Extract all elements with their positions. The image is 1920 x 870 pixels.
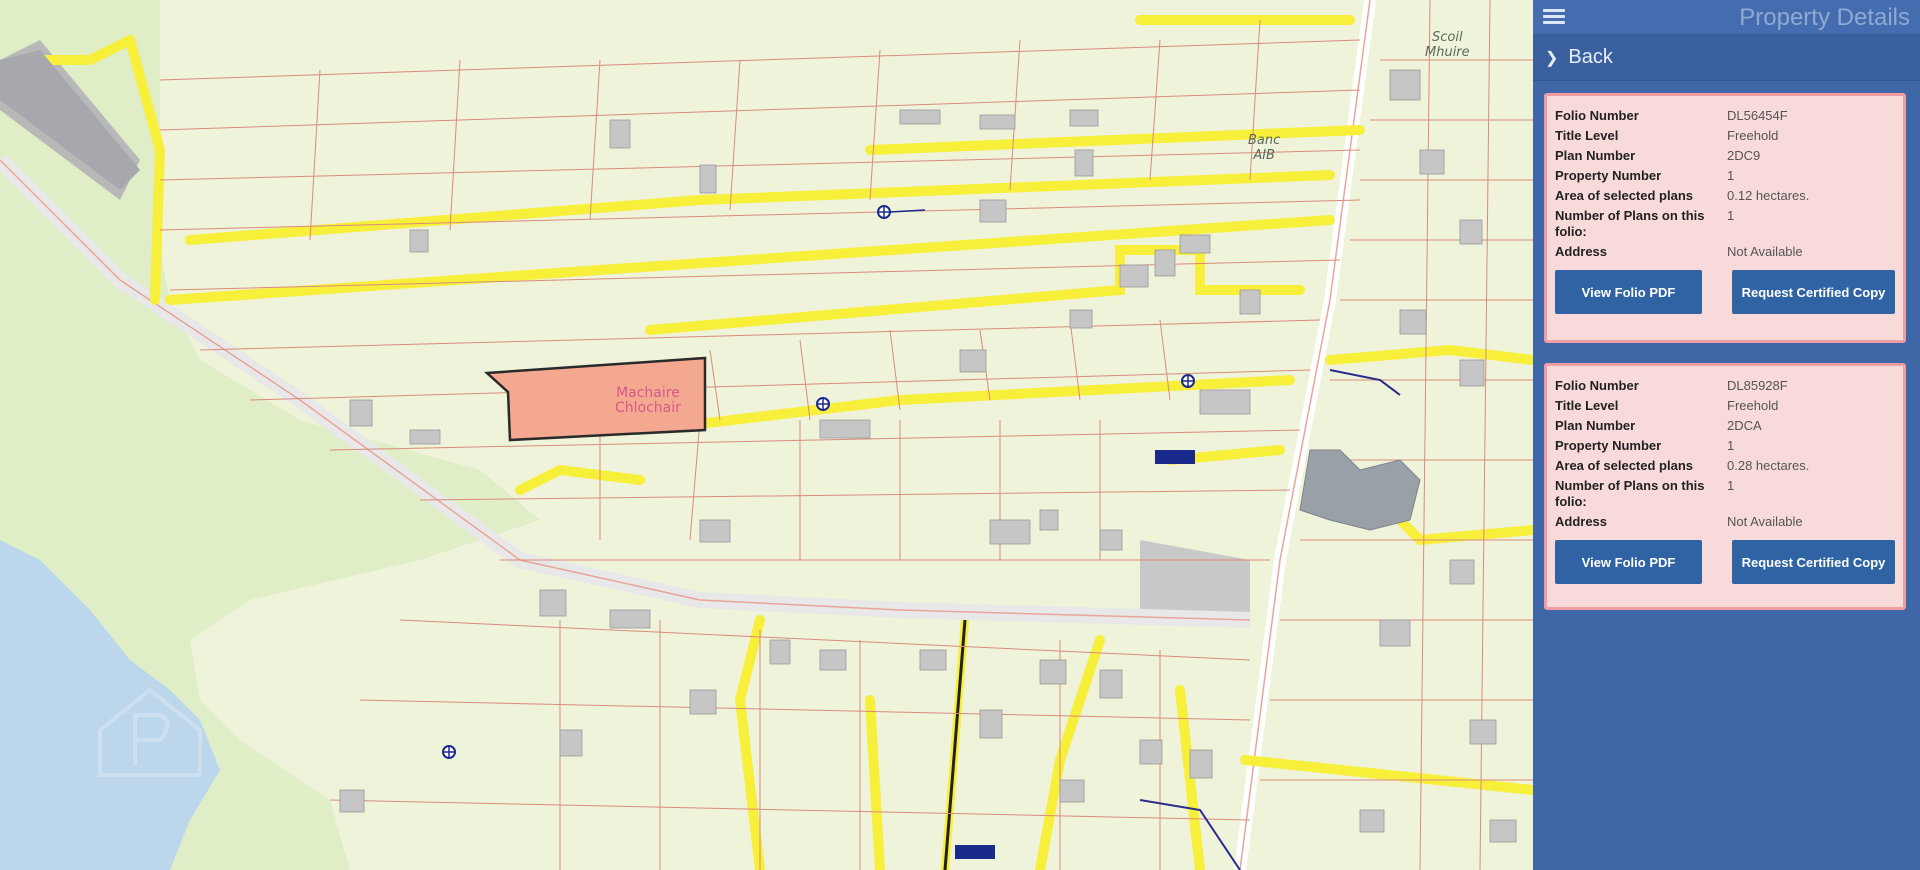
plan-number-value: 2DC9 (1727, 148, 1761, 163)
plans-count-value: 1 (1727, 478, 1735, 493)
area-value: 0.12 hectares. (1727, 188, 1810, 203)
blue-marker (955, 845, 995, 859)
property-number-label: Property Number (1555, 168, 1662, 183)
plan-number-label: Plan Number (1555, 148, 1636, 163)
bank-label: Banc AIB (1248, 133, 1281, 163)
folio-details-table: Folio Number DL56454F Title Level Freehold… (1555, 106, 1809, 262)
plans-count-label: Number of Plans on this folio: (1555, 208, 1705, 239)
map-canvas[interactable] (0, 0, 1533, 870)
title-level-value: Freehold (1727, 398, 1779, 413)
panel-title: Property Details (1739, 4, 1910, 31)
plan-number-label: Plan Number (1555, 418, 1636, 433)
folio-number-value: DL56454F (1727, 108, 1788, 123)
address-label: Address (1555, 514, 1608, 529)
address-label: Address (1555, 244, 1608, 259)
blue-marker (1155, 450, 1195, 464)
chevron-right-icon: ❯ (1545, 49, 1559, 67)
parcel-label: Machaire Chlochair (615, 385, 681, 416)
property-number-label: Property Number (1555, 438, 1662, 453)
folio-card: Folio Number DL85928F Title Level Freehold… (1544, 363, 1906, 610)
folio-number-label: Folio Number (1555, 108, 1639, 123)
plans-count-label: Number of Plans on this folio: (1555, 478, 1705, 509)
address-value: Not Available (1727, 244, 1803, 259)
area-label: Area of selected plans (1555, 458, 1693, 473)
hamburger-menu-icon[interactable] (1543, 6, 1565, 28)
plans-count-value: 1 (1727, 208, 1735, 223)
title-level-label: Title Level (1555, 398, 1619, 413)
view-folio-pdf-button[interactable]: View Folio PDF (1555, 540, 1702, 584)
title-level-value: Freehold (1727, 128, 1779, 143)
folio-number-value: DL85928F (1727, 378, 1788, 393)
property-details-panel: Property Details ❯ Back Folio Number DL56… (1533, 0, 1920, 870)
view-folio-pdf-button[interactable]: View Folio PDF (1555, 270, 1702, 314)
area-label: Area of selected plans (1555, 188, 1693, 203)
plan-number-value: 2DCA (1727, 418, 1762, 433)
title-level-label: Title Level (1555, 128, 1619, 143)
folio-details-table: Folio Number DL85928F Title Level Freehold… (1555, 376, 1809, 532)
back-button[interactable]: ❯ Back (1533, 35, 1920, 81)
back-label: Back (1568, 46, 1613, 68)
area-value: 0.28 hectares. (1727, 458, 1810, 473)
map-view[interactable]: Scoil Mhuire Banc AIB Machaire Chlochair (0, 0, 1533, 870)
school-label: Scoil Mhuire (1425, 30, 1470, 60)
folio-number-label: Folio Number (1555, 378, 1639, 393)
folio-card: Folio Number DL56454F Title Level Freehold… (1544, 93, 1906, 343)
request-certified-copy-button[interactable]: Request Certified Copy (1732, 540, 1895, 584)
request-certified-copy-button[interactable]: Request Certified Copy (1732, 270, 1895, 314)
property-number-value: 1 (1727, 168, 1735, 183)
panel-header: Property Details (1533, 0, 1920, 35)
property-number-value: 1 (1727, 438, 1735, 453)
address-value: Not Available (1727, 514, 1803, 529)
